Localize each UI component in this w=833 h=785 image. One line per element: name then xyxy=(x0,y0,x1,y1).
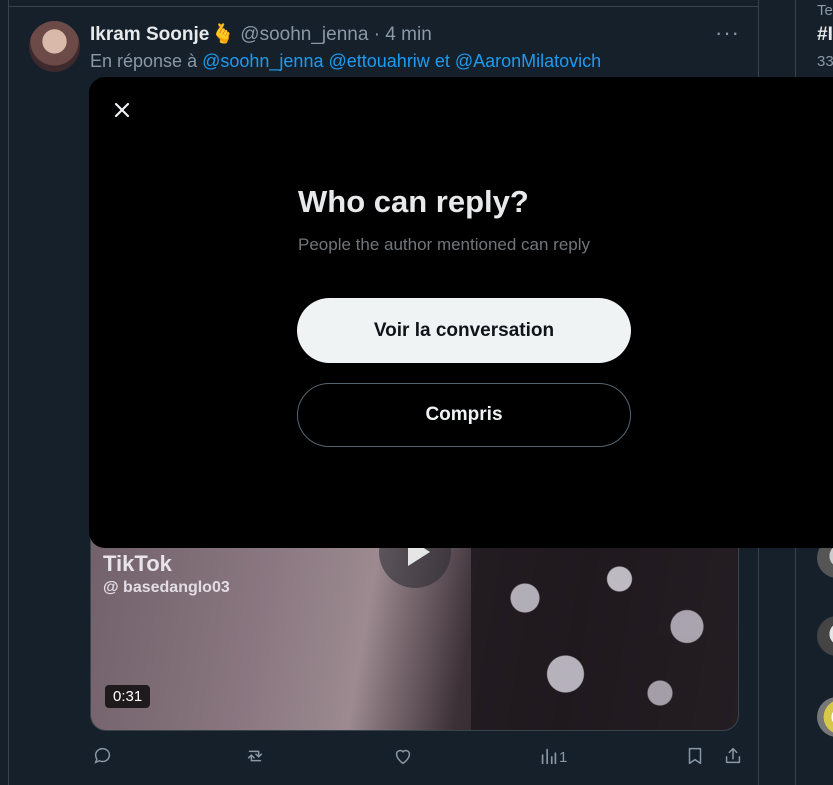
watermark-brand: TikTok xyxy=(103,551,172,576)
more-icon[interactable]: ··· xyxy=(715,20,740,46)
dialog-title: Who can reply? xyxy=(298,184,529,219)
trend-count: 33 xyxy=(817,53,833,70)
separator: · xyxy=(373,24,381,45)
views-icon[interactable] xyxy=(538,745,560,767)
mention-link[interactable]: @ettouahriw xyxy=(328,51,429,71)
trend-category: Te xyxy=(817,2,833,19)
dialog-subtitle: People the author mentioned can reply xyxy=(298,235,591,254)
views-count: 1 xyxy=(559,749,568,766)
bookmark-icon[interactable] xyxy=(684,745,706,767)
got-it-button[interactable]: Compris xyxy=(297,383,631,447)
share-icon[interactable] xyxy=(722,745,744,767)
mention-link[interactable]: @soohn_jenna xyxy=(202,51,323,71)
watermark-handle: @ basedanglo03 xyxy=(103,579,230,596)
avatar[interactable] xyxy=(817,616,833,656)
tweet-actions: 1 xyxy=(90,745,741,773)
author-name[interactable]: Ikram Soonje xyxy=(90,24,209,45)
avatar[interactable] xyxy=(817,697,833,737)
reply-context: En réponse à @soohn_jenna @ettouahriw et… xyxy=(90,51,601,72)
divider xyxy=(9,6,758,7)
mention-joiner: et xyxy=(434,51,450,71)
video-duration: 0:31 xyxy=(105,685,151,708)
reply-prefix: En réponse à xyxy=(90,51,198,71)
timestamp[interactable]: 4 min xyxy=(385,24,431,45)
reply-icon[interactable] xyxy=(92,745,114,767)
avatar[interactable] xyxy=(29,21,80,72)
who-can-reply-dialog: Who can reply? People the author mention… xyxy=(89,77,833,548)
mention-link[interactable]: @AaronMilatovich xyxy=(455,51,601,71)
trend-hashtag[interactable]: #I xyxy=(817,24,833,46)
author-emoji: 🫰 xyxy=(211,24,235,45)
view-conversation-button[interactable]: Voir la conversation xyxy=(297,298,631,363)
tweet-header: Ikram Soonje 🫰 @soohn_jenna · 4 min xyxy=(90,22,432,46)
close-icon[interactable] xyxy=(107,95,137,125)
retweet-icon[interactable] xyxy=(244,745,266,767)
author-handle[interactable]: @soohn_jenna xyxy=(240,24,368,45)
like-icon[interactable] xyxy=(392,745,414,767)
video-frame-pattern xyxy=(471,541,738,730)
